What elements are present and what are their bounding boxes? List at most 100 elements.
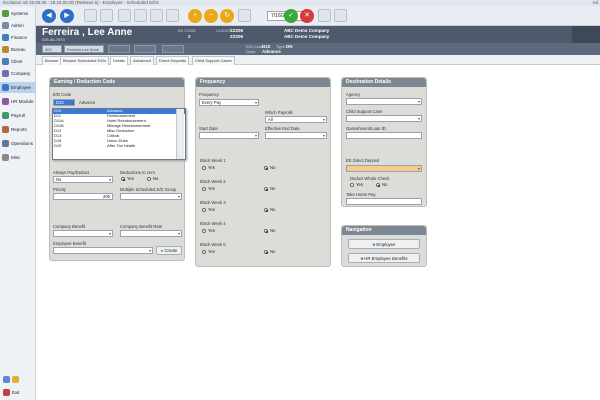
exit-icon[interactable] — [3, 389, 10, 396]
which-payrolls-select[interactable]: All — [265, 116, 327, 123]
effective-end-field[interactable] — [265, 132, 327, 139]
take-home-pay-field[interactable] — [346, 198, 422, 205]
navigation-panel-title: Navigation — [342, 226, 426, 235]
employee-subbar: 202 Ferreira Lee Anne E/D Code: D10 Type… — [36, 43, 600, 55]
employee-benefit-select[interactable] — [53, 247, 153, 254]
sidebar-item-bureau[interactable]: Bureau — [0, 44, 36, 55]
deductions-zero-yes-label: Yes — [127, 176, 134, 181]
employee-ssn: 025-46-7673 — [42, 37, 65, 42]
garnishment-label: Garnishment/Loan ID — [346, 126, 386, 131]
take-home-pay-label: Take Home Pay — [346, 192, 376, 197]
first-record-icon[interactable] — [118, 9, 131, 22]
block-week-1-no-radio[interactable] — [264, 166, 268, 170]
save-icon[interactable] — [84, 9, 97, 22]
cancel-icon[interactable]: ✕ — [300, 9, 314, 23]
tab-details[interactable]: Details — [110, 56, 129, 65]
systems-icon — [2, 10, 9, 17]
deduct-whole-yes-radio[interactable] — [350, 183, 354, 187]
insert-icon[interactable]: + — [188, 9, 202, 23]
block-week-4-no-radio[interactable] — [264, 229, 268, 233]
sidebar-item-company[interactable]: Company — [0, 68, 36, 79]
tab-browse-scheduled[interactable]: Browse Scheduled E/Ds — [60, 56, 110, 65]
last-record-icon[interactable] — [166, 9, 179, 22]
block-week-2-yes-radio[interactable] — [202, 187, 206, 191]
misc-icon — [2, 154, 9, 161]
deductions-zero-yes-radio[interactable] — [121, 177, 125, 181]
tab-direct-deposits[interactable]: Direct Deposits — [156, 56, 190, 65]
sidebar-item-hr-module[interactable]: HR Module — [0, 96, 36, 107]
sidebar-item-client[interactable]: Client — [0, 56, 36, 67]
deductions-zero-no-radio[interactable] — [147, 177, 151, 181]
block-week-2-no-radio[interactable] — [264, 187, 268, 191]
ee-number-select[interactable]: 202 — [42, 45, 62, 53]
destination-panel-title: Destination Details — [342, 78, 426, 87]
subbar-button-3[interactable] — [162, 45, 184, 53]
help-icon[interactable] — [3, 376, 10, 383]
which-payrolls-label: Which Payrolls — [265, 110, 293, 115]
subbar-button-1[interactable] — [108, 45, 130, 53]
calendar-icon[interactable] — [238, 9, 251, 22]
child-support-select[interactable] — [346, 115, 422, 122]
dropdown-scrollbar[interactable] — [176, 109, 184, 159]
ed-code-dropdown[interactable]: D10 Advance D11 Reimbursement D11A Hotel Re… — [52, 108, 186, 160]
next-record-icon[interactable] — [150, 9, 163, 22]
sidebar-item-employee[interactable]: Employee — [0, 82, 36, 93]
client-code: ZZ206 — [230, 28, 244, 33]
frequency-select[interactable]: Every Pay — [199, 99, 259, 106]
agency-select[interactable] — [346, 98, 422, 105]
print-icon[interactable] — [100, 9, 113, 22]
sidebar-item-misc[interactable]: Misc — [0, 152, 36, 163]
company-benefit-rate-select[interactable] — [120, 230, 182, 237]
garnishment-field[interactable] — [346, 132, 422, 139]
start-date-field[interactable] — [199, 132, 259, 139]
block-week-4-yes-radio[interactable] — [202, 229, 206, 233]
priority-field[interactable]: 200 — [53, 193, 113, 200]
sidebar-item-operations[interactable]: Operations — [0, 138, 36, 149]
sidebar-item-payroll[interactable]: Payroll — [0, 110, 36, 121]
tab-browse[interactable]: Browse — [42, 56, 62, 65]
sidebar-item-finance[interactable]: Finance — [0, 32, 36, 43]
delete-icon[interactable]: − — [204, 9, 218, 23]
type-value: DN — [286, 44, 293, 49]
subbar-button-2[interactable] — [134, 45, 156, 53]
tab-child-support-cases[interactable]: Child Support Cases — [192, 56, 235, 65]
deduct-whole-check-label: Deduct Whole Check — [350, 176, 390, 181]
hr-employee-benefits-button[interactable]: ■ HR Employee Benefits — [348, 253, 420, 263]
sidebar-item-admin[interactable]: Admin — [0, 20, 36, 31]
block-week-1-yes-radio[interactable] — [202, 166, 206, 170]
tips-icon[interactable] — [12, 376, 19, 383]
company-benefit-select[interactable] — [53, 230, 113, 237]
redo-icon[interactable] — [334, 9, 347, 22]
block-week-3-no-radio[interactable] — [264, 208, 268, 212]
dropdown-option[interactable]: D19 After Tax Health — [53, 143, 185, 149]
back-icon[interactable]: ◀ — [42, 9, 56, 23]
priority-label: Priority — [53, 187, 67, 192]
yes-label: Yes — [208, 207, 215, 212]
sidebar-item-systems[interactable]: Systems — [0, 8, 36, 19]
ed-code-select[interactable]: D10 — [53, 99, 75, 106]
block-week-3-yes-radio[interactable] — [202, 208, 206, 212]
sidebar-item-reports[interactable]: Reports — [0, 124, 36, 135]
sidebar: Systems Admin Finance Bureau Client Comp… — [0, 6, 36, 400]
block-week-5-no-radio[interactable] — [264, 250, 268, 254]
block-week-5-yes-radio[interactable] — [202, 250, 206, 254]
exit-label[interactable]: Exit — [12, 390, 20, 395]
prev-record-icon[interactable] — [134, 9, 147, 22]
employee-name-select[interactable]: Ferreira Lee Anne — [64, 45, 104, 53]
ee-direct-deposit-select[interactable] — [346, 165, 422, 172]
tab-advanced[interactable]: Advanced — [130, 56, 154, 65]
deduct-whole-no-radio[interactable] — [376, 183, 380, 187]
create-button[interactable]: ● Create — [156, 246, 182, 255]
employee-nav-button[interactable]: ■ Employee — [348, 239, 420, 249]
ee-code-label: EE CODE — [178, 28, 197, 33]
ee-code-value: 2 — [188, 34, 191, 39]
ok-icon[interactable]: ✓ — [284, 9, 298, 23]
forward-icon[interactable]: ▶ — [60, 9, 74, 23]
refresh-icon[interactable]: ↻ — [220, 9, 234, 23]
undo-icon[interactable] — [318, 9, 331, 22]
start-date-label: Start Date — [199, 126, 218, 131]
multiple-group-select[interactable] — [120, 193, 182, 200]
multiple-group-label: Multiple Scheduled E/D Group — [120, 187, 177, 192]
always-pay-select[interactable]: No — [53, 176, 113, 183]
block-week-4-label: Block Week 4 — [200, 221, 226, 226]
